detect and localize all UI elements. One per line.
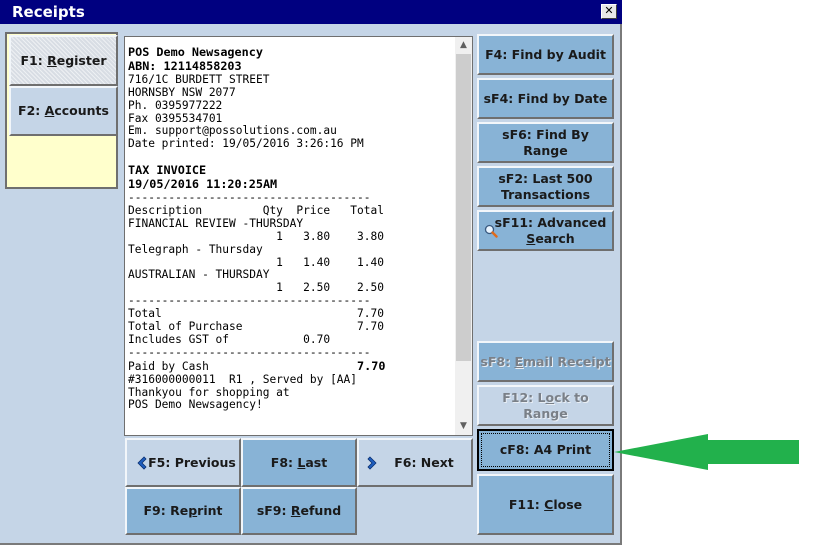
total-line: Total 7.70 (128, 307, 384, 321)
refund-button[interactable]: sF9: Refund (241, 487, 357, 535)
purchase-line: Total of Purchase 7.70 (128, 320, 384, 334)
register-button[interactable]: F1: Register (9, 35, 118, 86)
store-name: POS Demo Newsagency (128, 45, 263, 59)
scroll-thumb[interactable] (456, 54, 471, 361)
lock-to-range-button[interactable]: F12: Lock to Range (477, 385, 614, 426)
find-by-date-button[interactable]: sF4: Find by Date (477, 78, 614, 119)
scroll-up-icon[interactable]: ▲ (455, 37, 472, 54)
doc-type: TAX INVOICE (128, 163, 207, 178)
item-description: AUSTRALIAN - THURSDAY (128, 268, 270, 282)
item-values: 1 3.80 3.80 (276, 229, 384, 243)
gst-line: Includes GST of 0.70 (128, 332, 331, 346)
next-button[interactable]: F6: Next (357, 438, 473, 487)
chevron-left-icon (137, 455, 147, 470)
accounts-button[interactable]: F2: Accounts (9, 86, 118, 136)
line-items: FINANCIAL REVIEW -THURSDAY 1 3.80 3.80 T… (128, 217, 384, 295)
scroll-down-icon[interactable]: ▼ (455, 418, 472, 435)
receipts-window: Receipts ✕ F1: Register F2: Accounts POS… (0, 0, 622, 545)
email-receipt-button[interactable]: sF8: Email Receipt (477, 341, 614, 382)
item-values: 1 2.50 2.50 (276, 281, 384, 295)
last-500-transactions-button[interactable]: sF2: Last 500 Transactions (477, 166, 614, 207)
item-description: FINANCIAL REVIEW -THURSDAY (128, 216, 304, 230)
column-header: Description Qty Price Total (128, 203, 384, 217)
item-description: Telegraph - Thursday (128, 242, 263, 256)
previous-button[interactable]: F5: Previous (125, 438, 241, 487)
advanced-search-button[interactable]: sF11: Advanced Search (477, 210, 614, 251)
close-button[interactable]: F11: Close (477, 474, 614, 535)
abn: ABN: 12114858203 (128, 58, 242, 73)
find-by-audit-button[interactable]: F4: Find by Audit (477, 34, 614, 75)
a4-print-button[interactable]: cF8: A4 Print (477, 429, 614, 471)
receipt-scrollbar[interactable]: ▲ ▼ (455, 37, 472, 435)
receipt-text: POS Demo Newsagency ABN: 12114858203 716… (128, 45, 386, 412)
title-bar: Receipts ✕ (0, 0, 622, 24)
paid-line: Paid by Cash 7.70 (128, 358, 386, 373)
item-values: 1 1.40 1.40 (276, 255, 384, 269)
paid-amount: 7.70 (357, 358, 386, 373)
chevron-right-icon (367, 455, 377, 470)
close-window-button[interactable]: ✕ (601, 4, 617, 19)
close-icon: ✕ (604, 4, 614, 17)
window-title: Receipts (12, 3, 85, 21)
magnifier-icon (484, 224, 498, 238)
last-button[interactable]: F8: Last (241, 438, 357, 487)
find-by-range-button[interactable]: sF6: Find By Range (477, 122, 614, 163)
receipt-preview[interactable]: POS Demo Newsagency ABN: 12114858203 716… (124, 36, 473, 436)
transaction-datetime: 19/05/2016 11:20:25AM (128, 177, 278, 192)
reprint-button[interactable]: F9: Reprint (125, 487, 241, 535)
annotation-arrow-icon (614, 434, 799, 470)
